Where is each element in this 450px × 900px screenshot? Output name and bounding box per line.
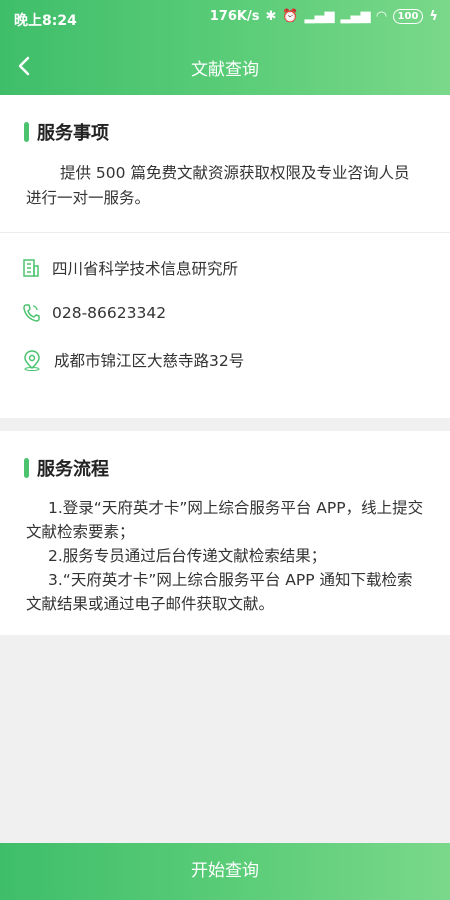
- service-items-title: 服务事项: [37, 123, 109, 144]
- signal-icon-2: ▂▄▆: [340, 9, 371, 24]
- header: 晚上8:24 176K/s ✱ ⏰ ▂▄▆ ▂▄▆ ◠ 100 ϟ 文献查询: [0, 0, 450, 95]
- alarm-icon: ⏰: [282, 9, 299, 24]
- process-step1-line2: 文献检索要素；: [26, 523, 135, 541]
- service-process-title: 服务流程: [37, 459, 109, 480]
- address-row: 成都市锦江区大慈寺路32号: [22, 349, 244, 371]
- bluetooth-icon: ✱: [265, 9, 277, 24]
- phone-icon: [23, 304, 40, 322]
- phone-row[interactable]: 028-86623342: [22, 303, 166, 323]
- wifi-icon: ◠: [376, 9, 387, 24]
- status-indicators: 176K/s ✱ ⏰ ▂▄▆ ▂▄▆ ◠ 100 ϟ: [210, 9, 438, 24]
- process-step3-line2: 文献结果或通过电子邮件获取文献。: [26, 595, 275, 613]
- nav-bar: 文献查询: [0, 44, 450, 88]
- process-step1-line1: 1.登录“天府英才卡”网上综合服务平台 APP，线上提交: [48, 499, 424, 517]
- phone-number[interactable]: 028-86623342: [52, 304, 166, 322]
- accent-bar: [24, 122, 29, 142]
- service-process-heading: 服务流程: [24, 455, 109, 481]
- service-process-card: 服务流程 1.登录“天府英才卡”网上综合服务平台 APP，线上提交 文献检索要素…: [0, 431, 450, 635]
- institution-name: 四川省科学技术信息研究所: [52, 260, 239, 278]
- location-pin-icon: [24, 350, 40, 371]
- status-bar: 晚上8:24 176K/s ✱ ⏰ ▂▄▆ ▂▄▆ ◠ 100 ϟ: [0, 0, 450, 36]
- status-time: 晚上8:24: [14, 13, 77, 29]
- accent-bar: [24, 458, 29, 478]
- network-speed: 176K/s: [209, 9, 260, 24]
- process-step2: 2.服务专员通过后台传递文献检索结果；: [48, 547, 327, 565]
- charging-icon: ϟ: [429, 9, 438, 24]
- service-items-card: 服务事项 提供 500 篇免费文献资源获取权限及专业咨询人员 进行一对一服务。 …: [0, 95, 450, 418]
- building-icon: [23, 259, 39, 277]
- address-text: 成都市锦江区大慈寺路32号: [54, 352, 245, 370]
- battery-icon: 100: [392, 9, 424, 24]
- page-title: 文献查询: [191, 60, 259, 80]
- institution-row: 四川省科学技术信息研究所: [22, 257, 238, 279]
- signal-icon: ▂▄▆: [304, 9, 335, 24]
- service-description-line2: 进行一对一服务。: [26, 189, 151, 207]
- start-query-button[interactable]: 开始查询: [0, 843, 450, 900]
- service-description-line1: 提供 500 篇免费文献资源获取权限及专业咨询人员: [60, 164, 410, 182]
- process-step3-line1: 3.“天府英才卡”网上综合服务平台 APP 通知下载检索: [48, 571, 413, 589]
- service-items-heading: 服务事项: [24, 119, 109, 145]
- divider: [0, 232, 450, 233]
